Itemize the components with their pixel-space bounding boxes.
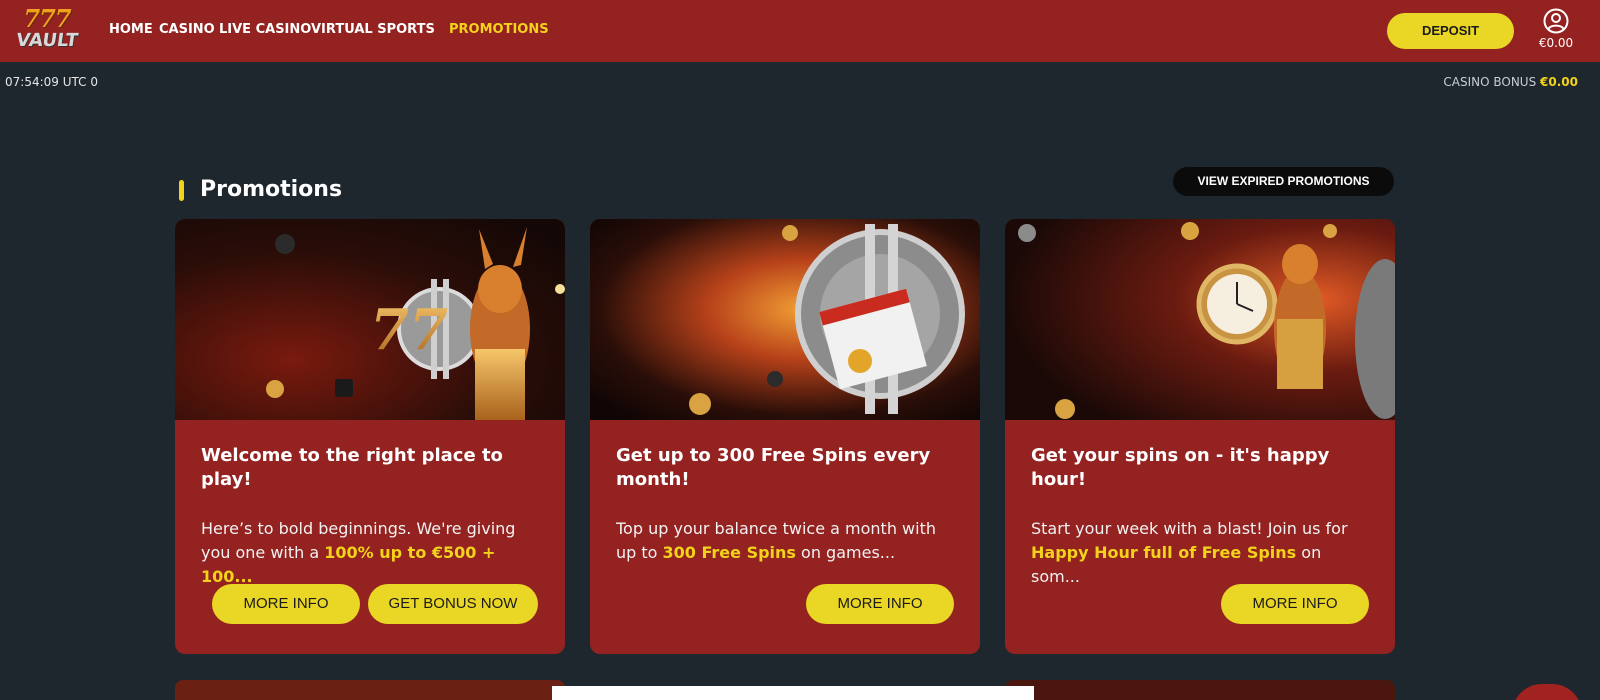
nav-casino[interactable]: CASINO — [159, 22, 215, 37]
promo-title: Get your spins on - it's happy hour! — [1031, 445, 1330, 490]
site-logo[interactable]: 777 VAULT — [5, 7, 89, 53]
casino-bonus-label: CASINO BONUS — [1443, 75, 1537, 89]
casino-bonus-readout: CASINO BONUS €0.00 — [1443, 75, 1578, 89]
clock-readout: 07:54:09 UTC 0 — [5, 75, 98, 89]
more-info-button[interactable]: MORE INFO — [806, 584, 954, 624]
promo-card-happy-hour: Get your spins on - it's happy hour! Sta… — [1005, 219, 1395, 654]
promo-card-free-spins: Get up to 300 Free Spins every month! To… — [590, 219, 980, 654]
nav-virtual-sports[interactable]: VIRTUAL SPORTS — [311, 22, 435, 37]
promo-card-next-1[interactable] — [175, 680, 565, 700]
more-info-button[interactable]: MORE INFO — [212, 584, 360, 624]
nav-live-casino[interactable]: LIVE CASINO — [219, 22, 311, 37]
promo-description: Here’s to bold beginnings. We're giving … — [201, 519, 516, 586]
promo-card-welcome: 77 Welcome to the right place to play! H… — [175, 219, 565, 654]
svg-text:77: 77 — [370, 297, 448, 363]
logo-sevens: 777 — [23, 4, 71, 33]
deposit-button[interactable]: DEPOSIT — [1387, 13, 1514, 49]
promo-title: Welcome to the right place to play! — [201, 445, 503, 490]
account-menu[interactable]: €0.00 — [1531, 8, 1581, 56]
promo-image-fox-clock[interactable] — [1005, 219, 1395, 420]
promo-title: Get up to 300 Free Spins every month! — [616, 445, 931, 490]
section-accent-bar — [179, 180, 184, 201]
promo-image-vault-calendar[interactable] — [590, 219, 980, 420]
user-circle-icon — [1543, 8, 1569, 34]
casino-bonus-amount: €0.00 — [1540, 75, 1578, 89]
promo-description: Top up your balance twice a month with u… — [616, 519, 936, 562]
nav-promotions[interactable]: PROMOTIONS — [449, 22, 549, 37]
page-title: Promotions — [200, 177, 343, 202]
view-expired-promotions-button[interactable]: VIEW EXPIRED PROMOTIONS — [1173, 167, 1394, 196]
chat-launcher-button[interactable] — [1512, 684, 1582, 700]
promo-image-fox-vault[interactable]: 77 — [175, 219, 565, 420]
more-info-button[interactable]: MORE INFO — [1221, 584, 1369, 624]
overlay-panel — [552, 686, 1034, 700]
account-balance: €0.00 — [1538, 36, 1574, 50]
top-navigation-bar: 777 VAULT HOME CASINO LIVE CASINO VIRTUA… — [0, 0, 1600, 62]
nav-home[interactable]: HOME — [109, 22, 153, 37]
promo-card-next-3[interactable] — [1005, 680, 1395, 700]
promo-description: Start your week with a blast! Join us fo… — [1031, 519, 1348, 586]
get-bonus-now-button[interactable]: GET BONUS NOW — [368, 584, 538, 624]
logo-wordmark: VAULT — [14, 30, 80, 51]
